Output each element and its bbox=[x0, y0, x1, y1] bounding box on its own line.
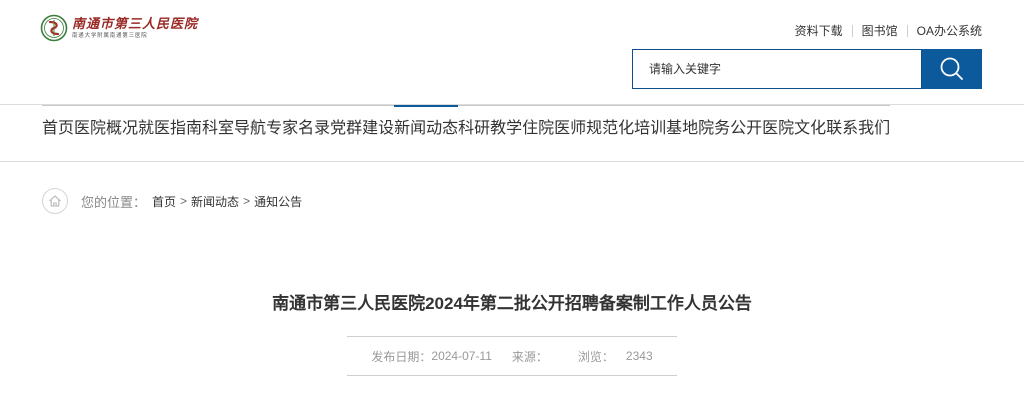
breadcrumb-news[interactable]: 新闻动态 bbox=[191, 193, 239, 210]
nav-item-about[interactable]: 医院概况 bbox=[74, 114, 138, 138]
site-header: 南通市第三人民医院 南通大学附属南通第三医院 资料下载 图书馆 OA办公系统 bbox=[0, 0, 1024, 104]
nav-item-patient-guide[interactable]: 就医指南 bbox=[138, 114, 202, 138]
search-icon bbox=[940, 57, 963, 80]
article-meta: 发布日期： 2024-07-11 来源： 浏览： 2343 bbox=[347, 336, 677, 376]
top-link-library[interactable]: 图书馆 bbox=[862, 22, 898, 39]
top-link-divider bbox=[851, 24, 853, 37]
logo-text: 南通市第三人民医院 南通大学附属南通第三医院 bbox=[72, 17, 198, 40]
nav-item-experts[interactable]: 专家名录 bbox=[266, 114, 330, 138]
breadcrumb-separator: > bbox=[243, 194, 251, 208]
search-bar bbox=[632, 49, 982, 89]
main-nav: 首页 医院概况 就医指南 科室导航 专家名录 党群建设 新闻动态 科研教学 住院… bbox=[42, 114, 890, 138]
breadcrumb-notices[interactable]: 通知公告 bbox=[254, 193, 302, 210]
search-button[interactable] bbox=[922, 49, 982, 89]
views-count: 2343 bbox=[625, 349, 653, 363]
views-label: 浏览： bbox=[577, 349, 614, 364]
home-icon bbox=[49, 195, 61, 207]
logo-subtitle: 南通大学附属南通第三医院 bbox=[72, 32, 148, 39]
publish-date-label: 发布日期： bbox=[371, 349, 432, 364]
top-links: 资料下载 图书馆 OA办公系统 bbox=[795, 22, 982, 39]
nav-active-indicator bbox=[394, 105, 458, 107]
top-link-downloads[interactable]: 资料下载 bbox=[795, 22, 843, 39]
breadcrumb: 您的位置： 首页 > 新闻动态 > 通知公告 bbox=[42, 188, 302, 214]
main-nav-bar: 首页 医院概况 就医指南 科室导航 专家名录 党群建设 新闻动态 科研教学 住院… bbox=[0, 104, 1024, 162]
nav-item-home[interactable]: 首页 bbox=[42, 114, 74, 138]
top-link-divider bbox=[906, 24, 908, 37]
breadcrumb-label: 您的位置： bbox=[81, 194, 147, 210]
nav-item-news[interactable]: 新闻动态 bbox=[394, 114, 458, 138]
hospital-logo[interactable]: 南通市第三人民医院 南通大学附属南通第三医院 bbox=[40, 13, 198, 43]
logo-hospital-name: 南通市第三人民医院 bbox=[72, 16, 199, 32]
nav-item-residency-training[interactable]: 住院医师规范化培训基地 bbox=[522, 114, 698, 138]
breadcrumb-separator: > bbox=[180, 194, 188, 208]
hospital-emblem-icon bbox=[40, 14, 68, 42]
nav-item-departments[interactable]: 科室导航 bbox=[202, 114, 266, 138]
source-label: 来源： bbox=[511, 349, 548, 364]
home-icon-circle[interactable] bbox=[42, 188, 68, 214]
nav-item-culture[interactable]: 医院文化 bbox=[762, 114, 826, 138]
article-title: 南通市第三人民医院2024年第二批公开招聘备案制工作人员公告 bbox=[272, 294, 752, 313]
nav-item-party-building[interactable]: 党群建设 bbox=[330, 114, 394, 138]
nav-divider-line bbox=[42, 105, 890, 106]
nav-item-contact[interactable]: 联系我们 bbox=[826, 114, 890, 138]
search-input[interactable] bbox=[632, 49, 922, 89]
publish-date-value: 2024-07-11 bbox=[431, 349, 492, 363]
top-link-oa-system[interactable]: OA办公系统 bbox=[917, 22, 982, 39]
nav-item-public-affairs[interactable]: 院务公开 bbox=[698, 114, 762, 138]
breadcrumb-home[interactable]: 首页 bbox=[152, 193, 176, 210]
nav-item-research-teaching[interactable]: 科研教学 bbox=[458, 114, 522, 138]
